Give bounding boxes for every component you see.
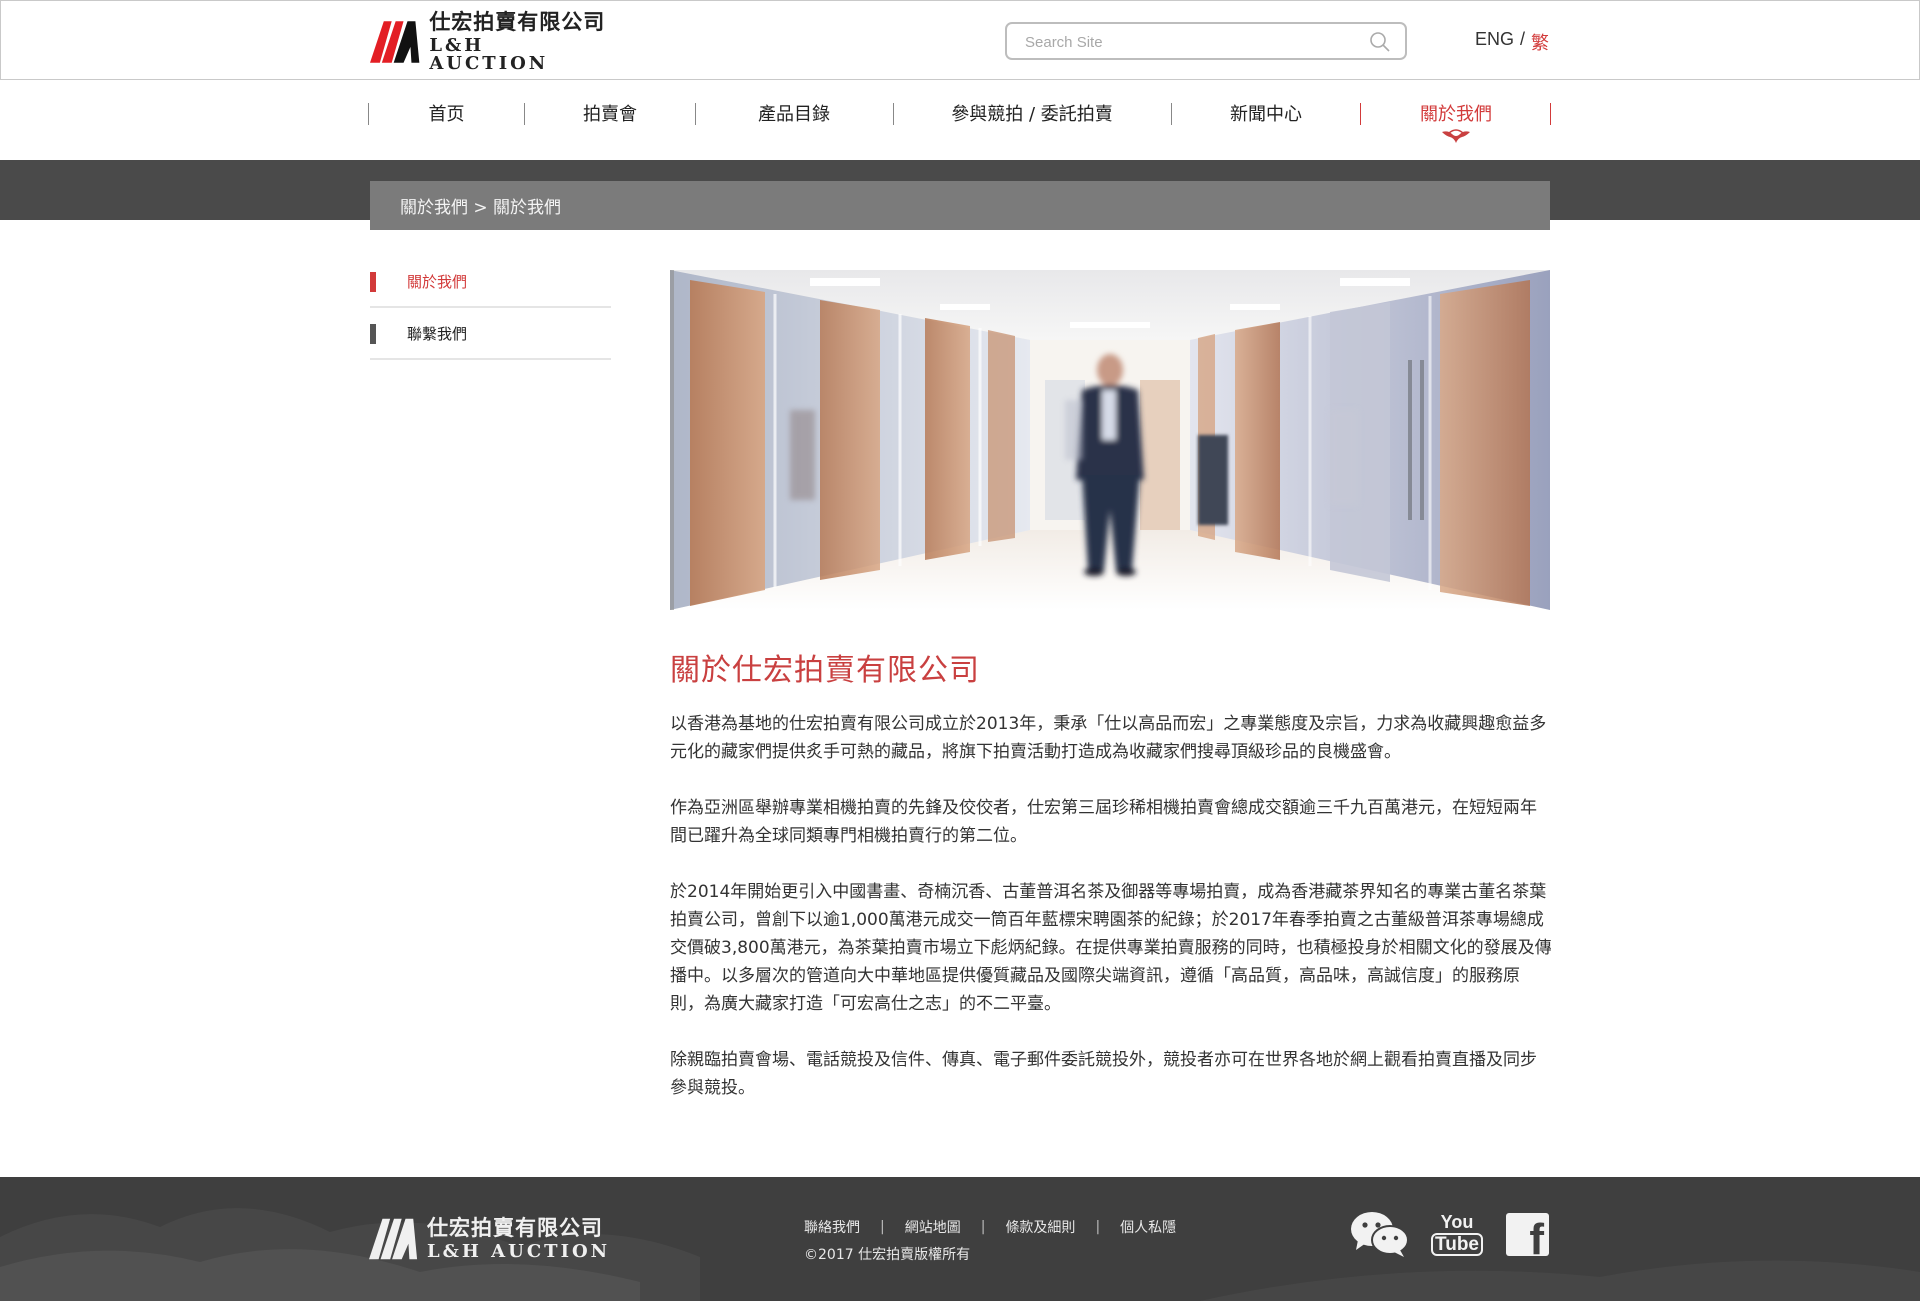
wechat-icon[interactable] — [1350, 1210, 1410, 1258]
footer-links: 聯絡我們 | 網站地圖 | 條款及細則 | 個人私隱 — [804, 1217, 1176, 1237]
facebook-icon-glyph: f — [1529, 1215, 1544, 1257]
nav-separator — [1550, 103, 1551, 125]
sidebar-item-label: 關於我們 — [407, 272, 468, 291]
footer-link-sitemap[interactable]: 網站地圖 — [905, 1217, 961, 1237]
nav-item-home[interactable]: 首页 — [368, 95, 525, 131]
search-input[interactable] — [1025, 31, 1355, 53]
footer-link-terms[interactable]: 條款及細則 — [1005, 1217, 1075, 1237]
nav-item-news[interactable]: 新聞中心 — [1171, 95, 1361, 131]
copyright: ©2017 仕宏拍賣版權所有 — [804, 1247, 971, 1263]
logo-mark-icon — [370, 21, 420, 63]
footer-link-contact[interactable]: 聯絡我們 — [804, 1217, 860, 1237]
search-box — [1005, 22, 1407, 60]
site-header: 仕宏拍賣有限公司 L&H AUCTION ENG / 繁 — [0, 0, 1920, 80]
youtube-icon-bottom: Tube — [1431, 1232, 1483, 1256]
language-switcher: ENG / 繁 — [1475, 29, 1549, 55]
sidebar-item-about[interactable]: 關於我們 — [370, 256, 611, 308]
about-paragraph-2: 作為亞洲區舉辦專業相機拍賣的先鋒及佼佼者，仕宏第三屆珍稀相機拍賣會總成交額逾三千… — [670, 798, 1537, 846]
nav-item-bidding[interactable]: 參與競拍 / 委託拍賣 — [893, 95, 1171, 131]
footer-logo-text: 仕宏拍賣有限公司 L&H AUCTION — [427, 1217, 610, 1261]
footer-logo-cn: 仕宏拍賣有限公司 — [427, 1215, 603, 1240]
sidebar-marker — [370, 324, 376, 344]
logo-en: L&H AUCTION — [429, 35, 549, 74]
about-paragraph-4: 除親臨拍賣會場、電話競投及信件、傳真、電子郵件委託競投外，競投者亦可在世界各地於… — [670, 1050, 1537, 1098]
main-nav: 首页 拍賣會 產品目錄 參與競拍 / 委託拍賣 新聞中心 關於我們 — [368, 95, 1551, 135]
sidebar-marker — [370, 272, 376, 292]
nav-item-about[interactable]: 關於我們 — [1361, 95, 1551, 131]
breadcrumb: 關於我們 > 關於我們 — [370, 181, 1550, 230]
about-paragraph-1: 以香港為基地的仕宏拍賣有限公司成立於2013年，秉承「仕以高品而宏」之專業態度及… — [670, 714, 1547, 762]
youtube-icon[interactable]: You Tube — [1431, 1210, 1483, 1258]
page-title: 關於仕宏拍賣有限公司 — [670, 653, 980, 688]
lang-separator: / — [1520, 29, 1526, 49]
facebook-icon[interactable]: f — [1506, 1213, 1549, 1256]
sidebar-item-contact[interactable]: 聯繫我們 — [370, 308, 611, 360]
sidebar-item-label: 聯繫我們 — [407, 324, 468, 343]
search-icon[interactable] — [1369, 31, 1391, 53]
youtube-icon-top: You — [1440, 1211, 1474, 1232]
nav-active-ornament-icon — [1442, 129, 1470, 143]
hero-image — [670, 270, 1550, 610]
footer-link-privacy[interactable]: 個人私隱 — [1120, 1217, 1176, 1237]
footer-link-separator: | — [980, 1219, 986, 1235]
footer-link-separator: | — [880, 1219, 885, 1235]
nav-item-auctions[interactable]: 拍賣會 — [525, 95, 695, 131]
footer-link-separator: | — [1095, 1219, 1101, 1235]
site-logo[interactable]: 仕宏拍賣有限公司 L&H AUCTION — [370, 11, 610, 73]
about-paragraph-3: 於2014年開始更引入中國書畫、奇楠沉香、古董普洱名茶及御器等專場拍賣，成為香港… — [670, 882, 1552, 1014]
site-footer: 仕宏拍賣有限公司 L&H AUCTION 聯絡我們 | 網站地圖 | 條款及細則… — [0, 1177, 1920, 1301]
lang-trad-link[interactable]: 繁 — [1531, 29, 1549, 55]
footer-logo[interactable]: 仕宏拍賣有限公司 L&H AUCTION — [369, 1217, 610, 1261]
footer-landscape-background — [0, 1208, 1920, 1301]
office-corridor-image — [670, 270, 1550, 610]
logo-text: 仕宏拍賣有限公司 L&H AUCTION — [429, 11, 610, 73]
footer-logo-mark-icon — [369, 1218, 418, 1260]
logo-cn: 仕宏拍賣有限公司 — [429, 9, 606, 34]
footer-logo-en: L&H AUCTION — [427, 1241, 611, 1262]
nav-item-catalog[interactable]: 產品目錄 — [695, 95, 893, 131]
lang-eng-link[interactable]: ENG — [1475, 29, 1514, 55]
